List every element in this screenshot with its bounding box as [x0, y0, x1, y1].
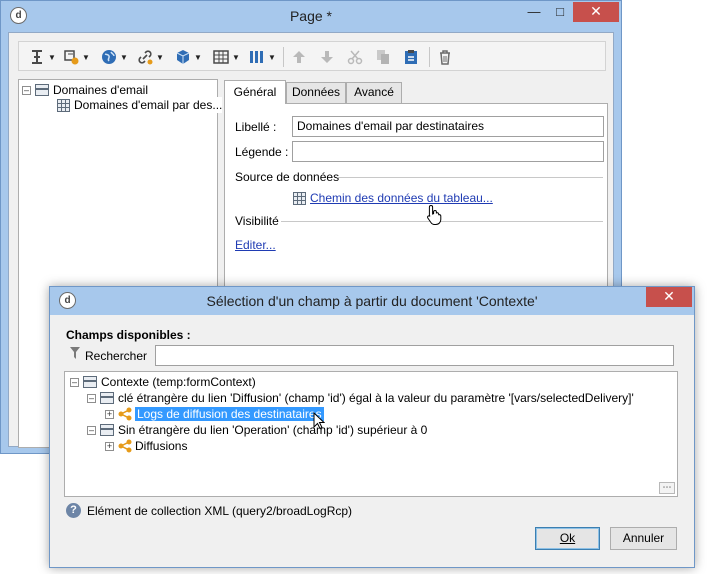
collapse-icon[interactable]: –	[87, 425, 96, 435]
hand-cursor-icon	[427, 204, 442, 225]
collection-icon	[83, 376, 97, 388]
columns-icon[interactable]: ▼	[249, 47, 276, 67]
tree-node-contexte[interactable]: – Contexte (temp:formContext)	[70, 374, 256, 390]
tree-node-operation-filter[interactable]: – Sin étrangère du lien 'Operation' (cha…	[87, 422, 427, 438]
fields-tree: – Contexte (temp:formContext) – clé étra…	[64, 371, 678, 497]
table-icon	[57, 98, 70, 112]
collapse-icon[interactable]: –	[70, 377, 79, 387]
source-link-row: Chemin des données du tableau...	[293, 191, 493, 205]
dialog-titlebar[interactable]: d Sélection d'un champ à partir du docum…	[50, 287, 694, 315]
link-node-icon	[118, 407, 132, 421]
tree-node-child[interactable]: Domaines d'email par des...	[57, 97, 223, 113]
tree-node-diffusion-filter-label: clé étrangère du lien 'Diffusion' (champ…	[118, 391, 634, 405]
tab-donnees[interactable]: Données	[286, 82, 346, 103]
visibilite-label: Visibilité	[235, 214, 279, 228]
search-input[interactable]	[155, 345, 674, 366]
page-window-titlebar[interactable]: d Page * — □ ✕	[1, 1, 621, 31]
search-label: Rechercher	[85, 349, 148, 363]
cube-icon[interactable]: ▼	[175, 47, 202, 67]
table-icon	[293, 191, 306, 205]
move-down-icon[interactable]	[319, 47, 335, 67]
dialog-body: Champs disponibles : Rechercher – Contex…	[56, 315, 688, 561]
collapse-icon[interactable]: –	[22, 85, 31, 95]
chemin-donnees-link[interactable]: Chemin des données du tableau...	[310, 191, 493, 205]
dialog-close-button[interactable]: ✕	[646, 287, 692, 307]
tree-node-logs-diffusion-label: Logs de diffusion des destinataires	[135, 407, 324, 421]
libelle-input[interactable]: Domaines d'email par destinataires	[292, 116, 604, 137]
tree-node-root[interactable]: – Domaines d'email	[22, 82, 148, 98]
toolbar-separator	[283, 47, 284, 67]
source-divider	[337, 177, 603, 178]
tree-node-diffusion-filter[interactable]: – clé étrangère du lien 'Diffusion' (cha…	[87, 390, 634, 406]
legende-input[interactable]	[292, 141, 604, 162]
editer-link[interactable]: Editer...	[235, 238, 276, 252]
collection-icon	[100, 392, 114, 404]
delete-icon[interactable]	[437, 47, 453, 67]
arrow-cursor-icon	[313, 412, 325, 430]
maximize-button[interactable]: □	[547, 2, 573, 22]
link-node-icon	[118, 439, 132, 453]
globe-icon[interactable]: ▼	[101, 47, 128, 67]
tree-node-diffusions[interactable]: + Diffusions	[105, 438, 187, 454]
close-button[interactable]: ✕	[573, 2, 619, 22]
toolbar-separator	[429, 47, 430, 67]
cut-icon[interactable]	[347, 47, 363, 67]
toolbar: ▼ ▼ ▼ ▼ ▼ ▼ ▼	[18, 41, 606, 71]
cancel-button[interactable]: Annuler	[610, 527, 677, 550]
minimize-button[interactable]: —	[521, 2, 547, 22]
copy-icon[interactable]	[375, 47, 391, 67]
expand-icon[interactable]: +	[105, 441, 114, 451]
form-icon	[35, 84, 49, 96]
insert-field-icon[interactable]: ▼	[29, 47, 56, 67]
filter-icon	[70, 347, 80, 359]
paste-icon[interactable]	[403, 47, 419, 67]
collapse-icon[interactable]: –	[87, 393, 96, 403]
status-text: Elément de collection XML (query2/broadL…	[87, 503, 353, 518]
tree-node-child-label: Domaines d'email par des...	[74, 98, 223, 112]
ok-button[interactable]: Ok	[535, 527, 600, 550]
tab-avance[interactable]: Avancé	[346, 82, 402, 103]
tree-node-logs-diffusion[interactable]: + Logs de diffusion des destinataires	[105, 406, 324, 422]
legende-label: Légende :	[235, 145, 289, 159]
tab-general[interactable]: Général	[224, 80, 286, 104]
tree-node-contexte-label: Contexte (temp:formContext)	[101, 375, 256, 389]
collection-icon	[100, 424, 114, 436]
dialog-title: Sélection d'un champ à partir du documen…	[206, 293, 538, 309]
more-options-button[interactable]: ⋯	[659, 482, 675, 494]
move-up-icon[interactable]	[291, 47, 307, 67]
status-row: ? Elément de collection XML (query2/broa…	[66, 503, 352, 518]
field-selection-dialog: d Sélection d'un champ à partir du docum…	[49, 286, 695, 568]
source-label: Source de données	[235, 170, 340, 184]
tree-node-operation-filter-label: Sin étrangère du lien 'Operation' (champ…	[118, 423, 428, 437]
libelle-label: Libellé :	[235, 120, 277, 134]
expand-icon[interactable]: +	[105, 409, 114, 419]
tree-node-root-label: Domaines d'email	[53, 83, 148, 97]
ok-button-label: Ok	[559, 531, 576, 545]
fields-label: Champs disponibles :	[66, 328, 191, 342]
table-icon[interactable]: ▼	[213, 47, 240, 67]
link-icon[interactable]: ▼	[137, 47, 164, 67]
help-icon: ?	[66, 503, 81, 518]
add-element-icon[interactable]: ▼	[63, 47, 90, 67]
tree-node-diffusions-label: Diffusions	[135, 439, 188, 453]
